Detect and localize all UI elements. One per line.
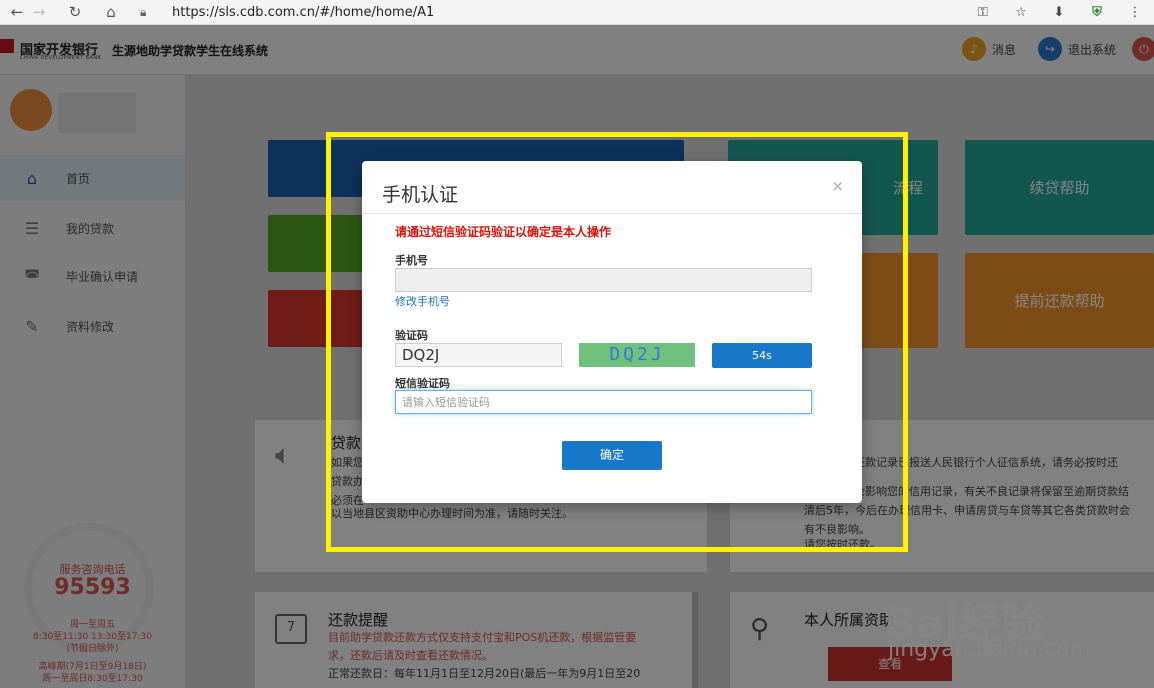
phone-verification-modal: 手机认证 × 请通过短信验证码验证以确定是本人操作 手机号 修改手机号 验证码 … (362, 161, 862, 503)
sms-code-input[interactable] (395, 390, 812, 414)
reload-icon[interactable]: ↻ (58, 0, 92, 25)
forward-icon[interactable]: → (22, 0, 56, 25)
home-icon[interactable]: ⌂ (94, 0, 128, 25)
verification-warning: 请通过短信验证码验证以确定是本人操作 (395, 225, 612, 239)
sms-code-label: 短信验证码 (395, 377, 450, 390)
change-phone-link[interactable]: 修改手机号 (395, 293, 450, 309)
modal-title: 手机认证 (382, 184, 459, 206)
sms-countdown-button[interactable]: 54s (712, 343, 812, 368)
download-icon[interactable]: ⬇ (1040, 5, 1078, 20)
lock-icon: 🔒︎ (140, 5, 147, 19)
captcha-input[interactable] (395, 343, 562, 367)
phone-label: 手机号 (395, 254, 428, 267)
url-text[interactable]: https://sls.cdb.com.cn/#/home/home/A1 (172, 5, 434, 20)
captcha-label: 验证码 (395, 329, 428, 342)
key-icon[interactable]: ⚿ (964, 5, 1002, 20)
menu-icon[interactable]: ⋮ (1116, 5, 1154, 20)
modal-header: 手机认证 × (362, 161, 862, 214)
captcha-image[interactable]: DQ2J (579, 343, 695, 367)
address-bar[interactable]: 🔒︎ https://sls.cdb.com.cn/#/home/home/A1 (140, 0, 980, 25)
star-icon[interactable]: ☆ (1002, 5, 1040, 20)
phone-field[interactable] (395, 268, 812, 292)
close-icon[interactable]: × (831, 177, 844, 195)
shield-icon[interactable]: ⛨ (1078, 5, 1116, 20)
browser-toolbar: ← → ↻ ⌂ 🔒︎ https://sls.cdb.com.cn/#/home… (0, 0, 1154, 25)
confirm-button[interactable]: 确定 (562, 441, 662, 470)
